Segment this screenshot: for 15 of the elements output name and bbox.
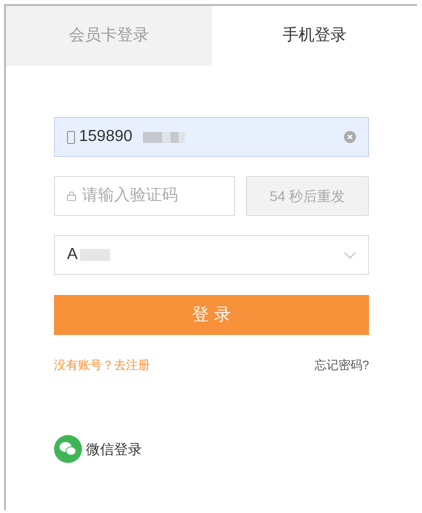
phone-input[interactable]: 159890 [79,125,139,149]
lock-icon [67,190,76,202]
wechat-icon[interactable] [54,435,82,463]
select-value: A [67,245,78,265]
code-input[interactable]: 请输入验证码 [82,184,222,208]
chevron-down-icon [344,252,356,258]
code-field[interactable]: 请输入验证码 [54,176,235,216]
redaction-mark [80,249,110,261]
account-select[interactable]: A [54,235,369,275]
redaction-mark [143,132,185,142]
forgot-password-link[interactable]: 忘记密码? [314,356,369,374]
phone-icon [67,130,75,144]
clear-icon[interactable] [344,131,356,143]
phone-field[interactable]: 159890 [54,117,369,157]
wechat-login-link[interactable]: 微信登录 [86,438,142,460]
